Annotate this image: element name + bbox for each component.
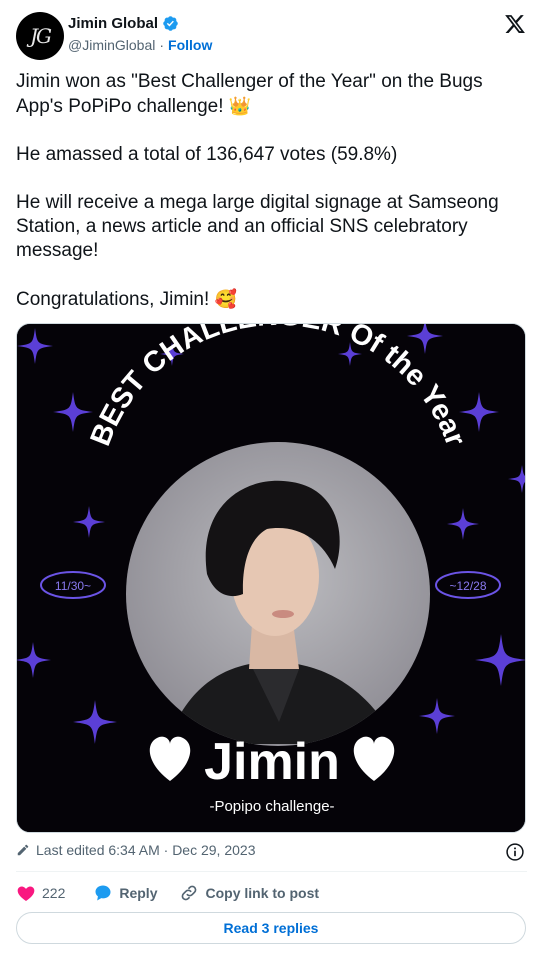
poster-subtitle: -Popipo challenge- [209,798,334,815]
name-row: Jimin Global [68,15,179,32]
account-name[interactable]: Jimin Global [68,15,158,32]
tweet-line-1: Jimin won as "Best Challenger of the Yea… [16,70,526,119]
tweet-text: Jimin won as "Best Challenger of the Yea… [16,70,526,312]
svg-text:~12/28: ~12/28 [449,579,486,593]
link-icon [182,885,197,901]
pencil-icon [17,844,29,856]
tweet-card: JG Jimin Global @JiminGlobal · Follow Ji… [0,0,543,960]
tweet-line-4: Congratulations, Jimin! 🥰 [16,287,526,312]
tweet-line-3: He will receive a mega large digital sig… [16,192,499,261]
account-handle[interactable]: @JiminGlobal [68,37,155,53]
reply-label: Reply [119,885,158,901]
separator-dot: · [159,37,165,53]
handle-row: @JiminGlobal · Follow [68,37,212,53]
action-bar: 222 Reply Copy link to post [16,880,341,906]
crown-emoji: 👑 [228,96,252,116]
tweet-media-image[interactable]: BEST CHALLENGER Of the Year 11/ [16,323,526,833]
poster-graphic: BEST CHALLENGER Of the Year 11/ [17,324,525,832]
svg-text:11/30~: 11/30~ [55,579,91,593]
heart-icon [17,886,35,901]
like-count: 222 [42,885,66,901]
reply-bubble-icon [95,885,111,901]
copy-link-label: Copy link to post [205,885,320,901]
avatar[interactable]: JG [16,12,64,60]
smiling-face-hearts-emoji: 🥰 [214,289,237,309]
copy-link-button[interactable]: Copy link to post [179,883,319,903]
x-logo-icon[interactable] [504,13,526,35]
info-icon[interactable] [505,842,525,862]
avatar-monogram: JG [30,24,52,48]
like-button[interactable]: 222 [16,883,65,903]
artist-name: Jimin [204,733,340,791]
edited-timestamp: Last edited 6:34 AM · Dec 29, 2023 [36,842,256,858]
read-replies-button[interactable]: Read 3 replies [16,912,526,944]
tweet-line-4-text: Congratulations, Jimin! [16,289,210,310]
reply-button[interactable]: Reply [93,883,157,903]
verified-badge-icon [163,16,178,31]
divider [16,871,527,872]
edited-info[interactable]: Last edited 6:34 AM · Dec 29, 2023 [16,842,255,858]
follow-button[interactable]: Follow [168,37,212,53]
tweet-line-2: He amassed a total of 136,647 votes (59.… [16,144,398,165]
